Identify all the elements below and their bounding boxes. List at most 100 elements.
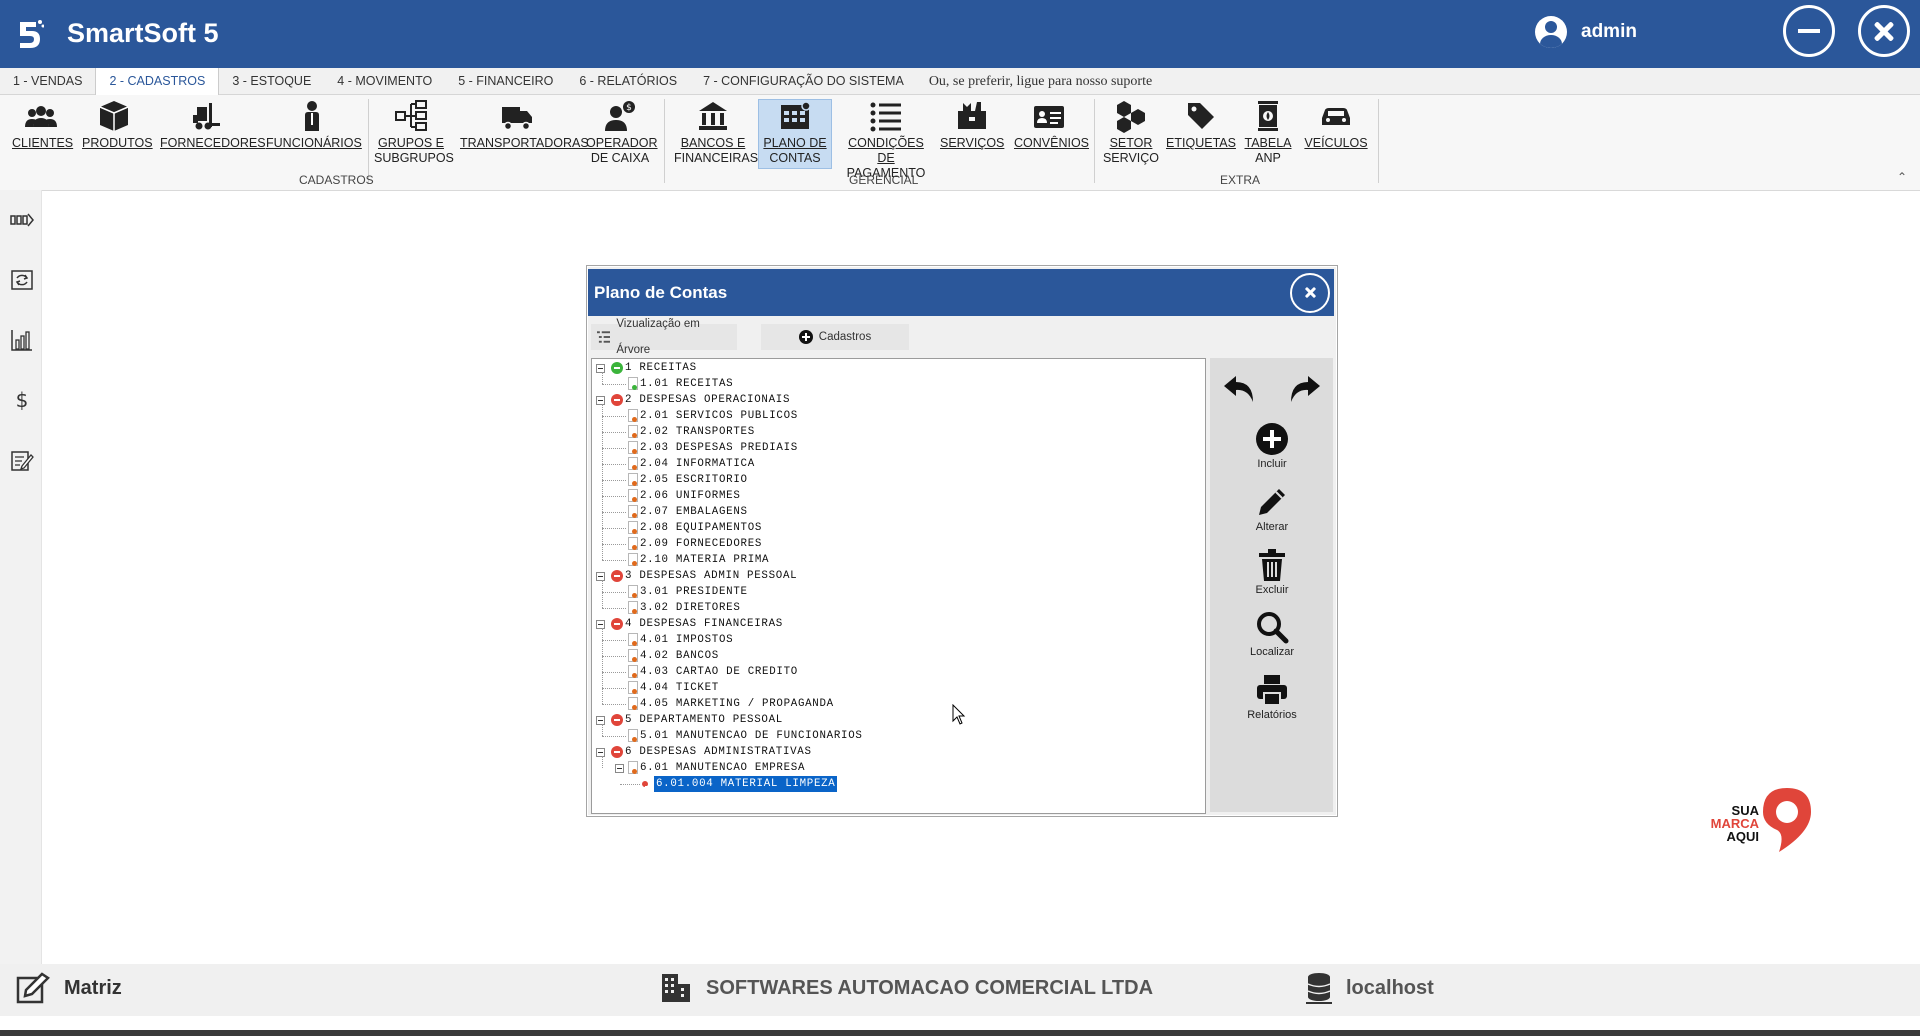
tabela-anp-button[interactable]: TABELA ANP	[1242, 99, 1294, 166]
bank-icon	[699, 102, 727, 130]
arrows-forward-icon[interactable]	[10, 208, 34, 232]
tree-group[interactable]: 5 DEPARTAMENTO PESSOAL	[592, 712, 1202, 728]
undo-icon[interactable]	[1222, 372, 1258, 406]
tree-leaf[interactable]: 2.10 MATERIA PRIMA	[592, 552, 1202, 568]
tree-leaf[interactable]: 4.02 BANCOS	[592, 648, 1202, 664]
users-icon	[25, 106, 57, 127]
tree-leaf[interactable]: 5.01 MANUTENCAO DE FUNCIONARIOS	[592, 728, 1202, 744]
operador-button[interactable]: $ OPERADOR DE CAIXA	[586, 99, 658, 166]
veiculos-button[interactable]: VEÍCULOS	[1304, 99, 1368, 151]
transportadoras-button[interactable]: TRANSPORTADORAS	[460, 99, 589, 151]
tab-tree-label: Vizualização em Árvore	[616, 318, 700, 356]
operador-label-2: DE CAIXA	[590, 151, 650, 165]
funcionarios-button[interactable]: FUNCIONÁRIOS	[266, 99, 362, 151]
tree-group[interactable]: 6.01 MANUTENCAO EMPRESA	[592, 760, 1202, 776]
setor-servico-button[interactable]: SETOR SERVIÇO	[1100, 99, 1162, 166]
tree-item-label: 4.03 CARTAO DE CREDITO	[640, 666, 798, 678]
excluir-button[interactable]: Excluir	[1222, 548, 1322, 596]
tree-leaf[interactable]: 4.01 IMPOSTOS	[592, 632, 1202, 648]
building-icon	[662, 974, 690, 1002]
collapse-toggle-icon[interactable]	[596, 716, 605, 725]
tree-group[interactable]: 4 DESPESAS FINANCEIRAS	[592, 616, 1202, 632]
localizar-label: Localizar	[1249, 646, 1295, 658]
bancos-button[interactable]: BANCOS E FINANCEIRAS	[674, 99, 758, 166]
tree-group[interactable]: 1 RECEITAS	[592, 360, 1202, 376]
tree-leaf[interactable]: 2.07 EMBALAGENS	[592, 504, 1202, 520]
collapse-toggle-icon[interactable]	[596, 748, 605, 757]
tab-vendas[interactable]: 1 - VENDAS	[0, 68, 95, 94]
tabela-label-1: TABELA	[1244, 136, 1292, 150]
veiculos-label: VEÍCULOS	[1304, 136, 1368, 150]
user-menu[interactable]: admin	[1535, 16, 1637, 48]
incluir-button[interactable]: Incluir	[1222, 422, 1322, 470]
tab-vizualizacao-arvore[interactable]: Vizualização em Árvore	[591, 318, 737, 356]
car-icon	[1322, 108, 1350, 125]
tree-leaf[interactable]: 2.06 UNIFORMES	[592, 488, 1202, 504]
app-title: SmartSoft 5	[67, 18, 219, 48]
tree-leaf[interactable]: 2.03 DESPESAS PREDIAIS	[592, 440, 1202, 456]
convenios-button[interactable]: CONVÊNIOS	[1014, 99, 1089, 151]
bar-chart-icon[interactable]	[10, 328, 34, 352]
clientes-label: CLIENTES	[12, 136, 74, 150]
close-app-button[interactable]	[1858, 5, 1910, 57]
produtos-button[interactable]: PRODUTOS	[82, 99, 153, 151]
tab-configuracao[interactable]: 7 - CONFIGURAÇÃO DO SISTEMA	[690, 68, 917, 94]
box-icon	[99, 101, 129, 131]
collapse-toggle-icon[interactable]	[596, 364, 605, 373]
condicoes-pagamento-button[interactable]: CONDIÇÕES DE PAGAMENTO	[838, 99, 934, 181]
localizar-button[interactable]: Localizar	[1222, 610, 1322, 658]
tree-leaf[interactable]: 2.02 TRANSPORTES	[592, 424, 1202, 440]
grupos-button[interactable]: GRUPOS E SUBGRUPOS	[374, 99, 454, 166]
tree-item-label: 2.07 EMBALAGENS	[640, 506, 748, 518]
tree-leaf[interactable]: 2.08 EQUIPAMENTOS	[592, 520, 1202, 536]
tab-cadastros-dialog[interactable]: Cadastros	[761, 324, 909, 350]
tree-leaf[interactable]: 3.02 DIRETORES	[592, 600, 1202, 616]
relatorios-button[interactable]: Relatórios	[1222, 673, 1322, 721]
tree-group[interactable]: 3 DESPESAS ADMIN PESSOAL	[592, 568, 1202, 584]
tree-leaf[interactable]: 1.01 RECEITAS	[592, 376, 1202, 392]
collapse-toggle-icon[interactable]	[596, 572, 605, 581]
tab-relatorios[interactable]: 6 - RELATÓRIOS	[566, 68, 690, 94]
tree-connector	[602, 432, 626, 433]
exchange-icon[interactable]	[10, 268, 34, 292]
tree-group[interactable]: 2 DESPESAS OPERACIONAIS	[592, 392, 1202, 408]
etiquetas-label: ETIQUETAS	[1166, 136, 1236, 150]
tab-financeiro[interactable]: 5 - FINANCEIRO	[445, 68, 566, 94]
tab-movimento[interactable]: 4 - MOVIMENTO	[324, 68, 445, 94]
tree-leaf[interactable]: 6.01.004 MATERIAL LIMPEZA	[592, 775, 1202, 793]
tree-leaf[interactable]: 4.04 TICKET	[592, 680, 1202, 696]
tree-leaf[interactable]: 4.03 CARTAO DE CREDITO	[592, 664, 1202, 680]
tree-connector	[602, 724, 603, 736]
collapse-toggle-icon[interactable]	[615, 764, 624, 773]
etiquetas-button[interactable]: ETIQUETAS	[1166, 99, 1236, 151]
redo-icon[interactable]	[1286, 372, 1322, 406]
tree-leaf[interactable]: 3.01 PRESIDENTE	[592, 584, 1202, 600]
collapse-toggle-icon[interactable]	[596, 396, 605, 405]
tab-estoque[interactable]: 3 - ESTOQUE	[219, 68, 324, 94]
dollar-icon[interactable]: $	[10, 388, 34, 412]
dialog-close-button[interactable]	[1290, 273, 1330, 313]
servicos-button[interactable]: SERVIÇOS	[940, 99, 1004, 151]
clientes-button[interactable]: CLIENTES	[12, 99, 74, 151]
account-leaf-icon	[628, 521, 638, 534]
accounts-tree[interactable]: 1 RECEITAS 1.01 RECEITAS 2 DESPESAS OPERAC…	[591, 358, 1206, 814]
tree-leaf[interactable]: 2.05 ESCRITORIO	[592, 472, 1202, 488]
edit-document-icon[interactable]	[10, 448, 34, 472]
tree-connector	[602, 704, 626, 705]
convenios-label: CONVÊNIOS	[1014, 136, 1090, 150]
fornecedores-button[interactable]: FORNECEDORES	[160, 99, 266, 151]
minimize-button[interactable]	[1783, 5, 1835, 57]
tree-group[interactable]: 6 DESPESAS ADMINISTRATIVAS	[592, 744, 1202, 760]
plano-de-contas-button[interactable]: PLANO DE CONTAS	[758, 99, 832, 169]
collapse-toggle-icon[interactable]	[596, 620, 605, 629]
tree-item-label: 2.01 SERVICOS PUBLICOS	[640, 410, 798, 422]
tree-leaf[interactable]: 2.09 FORNECEDORES	[592, 536, 1202, 552]
alterar-button[interactable]: Alterar	[1222, 485, 1322, 533]
tab-cadastros[interactable]: 2 - CADASTROS	[95, 68, 220, 95]
tree-item-label: 2.09 FORNECEDORES	[640, 538, 763, 550]
tree-leaf[interactable]: 2.01 SERVICOS PUBLICOS	[592, 408, 1202, 424]
tree-leaf[interactable]: 4.05 MARKETING / PROPAGANDA	[592, 696, 1202, 712]
tree-leaf[interactable]: 2.04 INFORMATICA	[592, 456, 1202, 472]
tree-connector	[602, 580, 603, 608]
ribbon-collapse-icon[interactable]: ⌃	[1897, 170, 1907, 184]
